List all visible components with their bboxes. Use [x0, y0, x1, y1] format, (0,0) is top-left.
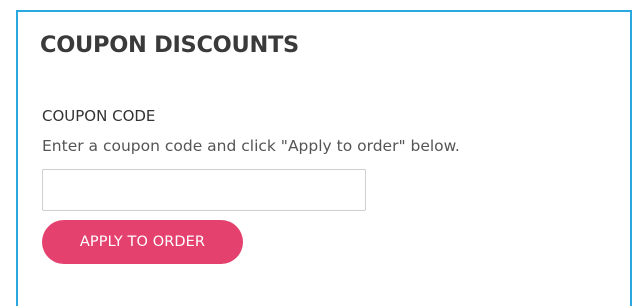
coupon-code-hint: Enter a coupon code and click "Apply to …	[42, 137, 460, 155]
apply-to-order-button[interactable]: APPLY TO ORDER	[42, 220, 243, 264]
coupon-code-label: COUPON CODE	[42, 107, 156, 125]
coupon-discounts-heading: COUPON DISCOUNTS	[40, 32, 299, 58]
coupon-discounts-panel: COUPON DISCOUNTS COUPON CODE Enter a cou…	[16, 10, 632, 306]
coupon-code-input[interactable]	[42, 169, 366, 211]
